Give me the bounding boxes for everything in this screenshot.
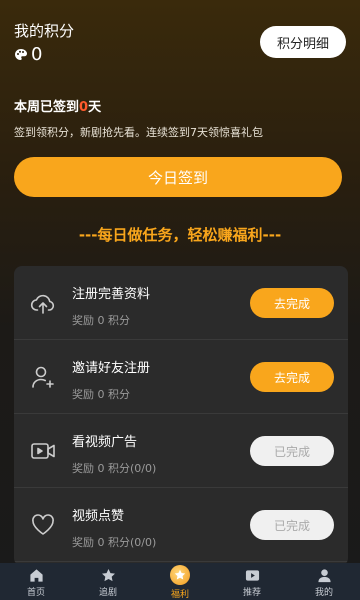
tab-home[interactable]: 首页 [0,563,72,600]
task-action-button[interactable]: 去完成 [250,362,334,392]
points-display: 0 [14,44,42,65]
task-action-button[interactable]: 去完成 [250,288,334,318]
tab-profile[interactable]: 我的 [288,563,360,600]
week-prefix: 本周已签到 [14,100,80,115]
task-item: 注册完善资料 奖励 0 积分 去完成 [14,266,348,340]
task-name: 看视频广告 [72,435,138,450]
points-value: 0 [31,44,43,65]
task-reward: 奖励 0 积分 [72,314,130,327]
tab-label: 首页 [26,588,45,598]
palette-icon [15,48,27,60]
task-name: 视频点赞 [72,509,125,524]
tab-label: 福利 [170,590,189,600]
tab-welfare[interactable]: 福利 [144,563,216,600]
task-action-button[interactable]: 已完成 [250,510,334,540]
star-icon [101,568,115,582]
coin-icon [170,565,190,585]
points-header: 我的积分 0 积分明细 本周已签到0天 签到领积分，新剧抢先看。连续签到7天领惊… [0,0,360,150]
week-suffix: 天 [88,100,102,115]
bottom-tab-bar: 首页 追剧 福利 推荐 我的 [0,563,360,600]
task-item: 邀请好友注册 奖励 0 积分 去完成 [14,340,348,414]
play-icon [245,570,259,581]
task-item: 看视频广告 奖励 0 积分(0/0) 已完成 [14,414,348,488]
heart-icon [32,514,54,535]
task-reward: 奖励 0 积分 [72,388,130,401]
task-name: 注册完善资料 [72,287,151,302]
weekly-checkin-status: 本周已签到0天 [14,96,101,115]
tasks-slogan: ---每日做任务，轻松赚福利--- [78,226,282,244]
cloud-upload-icon [30,294,55,314]
points-detail-button[interactable]: 积分明细 [260,26,346,58]
tab-following[interactable]: 追剧 [72,563,144,600]
tab-label: 推荐 [242,588,261,598]
tab-label: 追剧 [98,588,117,598]
video-icon [31,443,55,459]
week-count: 0 [79,100,89,115]
checkin-description: 签到领积分，新剧抢先看。连续签到7天领惊喜礼包 [14,126,263,139]
tab-label: 我的 [314,588,333,598]
home-icon [29,569,43,582]
page-title: 我的积分 [14,22,75,40]
checkin-button[interactable]: 今日签到 [14,157,342,197]
person-icon [317,569,331,583]
tab-recommend[interactable]: 推荐 [216,563,288,600]
task-reward: 奖励 0 积分(0/0) [72,462,157,475]
task-list: 注册完善资料 奖励 0 积分 去完成 邀请好友注册 奖励 0 积分 去完成 看视… [14,266,348,566]
task-name: 邀请好友注册 [72,361,151,376]
task-reward: 奖励 0 积分(0/0) [72,536,157,549]
task-item: 视频点赞 奖励 0 积分(0/0) 已完成 [14,488,348,562]
add-user-icon [32,366,54,388]
task-action-button[interactable]: 已完成 [250,436,334,466]
